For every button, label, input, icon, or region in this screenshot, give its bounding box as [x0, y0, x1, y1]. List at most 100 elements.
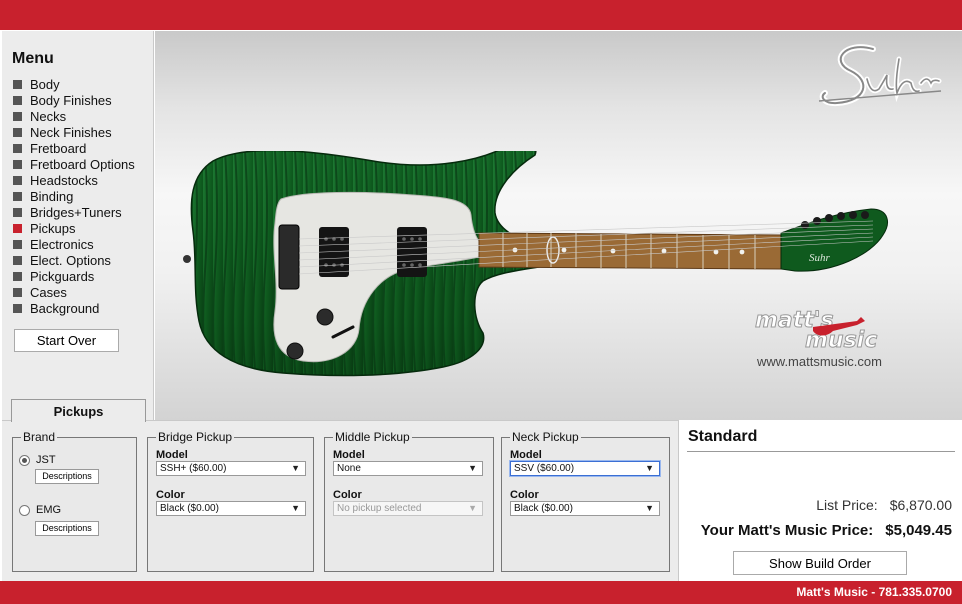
- chevron-down-icon: ▼: [645, 503, 654, 513]
- brand-group: Brand JST Descriptions EMG Descriptions: [12, 430, 137, 572]
- divider: [687, 451, 955, 452]
- sidebar-item-label: Binding: [30, 188, 74, 204]
- sidebar-item-pickups[interactable]: Pickups: [13, 220, 135, 236]
- chevron-down-icon: ▼: [291, 463, 300, 473]
- middle-pickup-group: Middle Pickup Model None ▼ Color No picku…: [324, 430, 494, 572]
- neck-pickup-legend: Neck Pickup: [510, 430, 581, 444]
- guitar-preview: Suhr matt's music www.mattsmusic.com: [155, 31, 962, 420]
- square-bullet-icon: [13, 175, 22, 185]
- sidebar-item-label: Background: [30, 300, 100, 316]
- sidebar-item-label: Cases: [30, 284, 67, 300]
- middle-model-label: Model: [333, 449, 365, 461]
- options-panel: Pickups Brand JST Descriptions EMG Descr…: [2, 399, 678, 581]
- jst-label: JST: [36, 454, 56, 466]
- dealer-price-label: Your Matt's Music Price:: [700, 522, 874, 539]
- show-build-order-button[interactable]: Show Build Order: [733, 551, 907, 575]
- sidebar-item-bridges-tuners[interactable]: Bridges+Tuners: [13, 204, 135, 220]
- list-price: List Price: $6,870.00: [816, 497, 952, 513]
- sidebar-item-label: Elect. Options: [30, 252, 111, 268]
- list-price-label: List Price:: [816, 497, 878, 513]
- middle-color-label: Color: [333, 489, 362, 501]
- square-bullet-icon: [13, 79, 22, 89]
- square-bullet-icon: [13, 111, 22, 121]
- neck-model-label: Model: [510, 449, 542, 461]
- sidebar-item-label: Electronics: [30, 236, 94, 252]
- square-bullet-icon: [13, 223, 22, 233]
- bridge-pickup-group: Bridge Pickup Model SSH+ ($60.00) ▼ Color…: [147, 430, 314, 572]
- square-bullet-icon: [13, 159, 22, 169]
- sidebar-item-label: Bridges+Tuners: [30, 204, 122, 220]
- matts-music-logo: matt's music: [755, 308, 878, 354]
- square-bullet-icon: [13, 207, 22, 217]
- square-bullet-icon: [13, 303, 22, 313]
- square-bullet-icon: [13, 127, 22, 137]
- sidebar-item-label: Body: [30, 76, 60, 92]
- chevron-down-icon: ▼: [468, 503, 477, 513]
- jst-radio[interactable]: [19, 454, 30, 466]
- list-price-value: $6,870.00: [889, 497, 952, 513]
- chevron-down-icon: ▼: [291, 503, 300, 513]
- bridge-pickup-legend: Bridge Pickup: [156, 430, 235, 444]
- bridge-model-label: Model: [156, 449, 188, 461]
- dealer-url: www.mattsmusic.com: [757, 354, 882, 369]
- sidebar-item-label: Headstocks: [30, 172, 98, 188]
- tab-pickups[interactable]: Pickups: [11, 399, 146, 422]
- bridge-color-select[interactable]: Black ($0.00) ▼: [156, 501, 306, 516]
- square-bullet-icon: [13, 95, 22, 105]
- bridge-color-label: Color: [156, 489, 185, 501]
- emg-radio[interactable]: [19, 504, 30, 516]
- neck-model-select[interactable]: SSV ($60.00) ▼: [510, 461, 660, 476]
- sidebar-item-fretboard-options[interactable]: Fretboard Options: [13, 156, 135, 172]
- emg-descriptions-button[interactable]: Descriptions: [35, 521, 99, 536]
- middle-pickup-legend: Middle Pickup: [333, 430, 412, 444]
- sidebar-item-label: Pickups: [30, 220, 76, 236]
- dealer-price: Your Matt's Music Price: $5,049.45: [701, 522, 952, 539]
- sidebar-item-label: Body Finishes: [30, 92, 112, 108]
- footer-bar: Matt's Music - 781.335.0700: [0, 581, 962, 604]
- menu-title: Menu: [12, 50, 54, 67]
- neck-color-label: Color: [510, 489, 539, 501]
- middle-model-select[interactable]: None ▼: [333, 461, 483, 476]
- brand-option-emg[interactable]: EMG: [19, 504, 61, 516]
- jst-descriptions-button[interactable]: Descriptions: [35, 469, 99, 484]
- sidebar-item-electronics[interactable]: Electronics: [13, 236, 135, 252]
- sidebar-item-cases[interactable]: Cases: [13, 284, 135, 300]
- sidebar-menu: Menu Body Body Finishes Necks Neck Finishes…: [2, 31, 154, 420]
- configurator-page: Menu Body Body Finishes Necks Neck Finishes…: [0, 0, 962, 604]
- neck-color-select[interactable]: Black ($0.00) ▼: [510, 501, 660, 516]
- start-over-button[interactable]: Start Over: [14, 329, 119, 352]
- middle-color-select[interactable]: No pickup selected ▼: [333, 501, 483, 516]
- build-name: Standard: [688, 428, 758, 445]
- sidebar-item-headstocks[interactable]: Headstocks: [13, 172, 135, 188]
- square-bullet-icon: [13, 287, 22, 297]
- sidebar-item-binding[interactable]: Binding: [13, 188, 135, 204]
- suhr-logo: [818, 44, 942, 107]
- neck-pickup-group: Neck Pickup Model SSV ($60.00) ▼ Color Bl…: [501, 430, 670, 572]
- sidebar-item-body[interactable]: Body: [13, 76, 135, 92]
- sidebar-item-elect-options[interactable]: Elect. Options: [13, 252, 135, 268]
- chevron-down-icon: ▼: [468, 463, 477, 473]
- sidebar-item-label: Fretboard Options: [30, 156, 135, 172]
- sidebar-item-necks[interactable]: Necks: [13, 108, 135, 124]
- headstock-logo-text: Suhr: [809, 252, 831, 264]
- sidebar-item-label: Neck Finishes: [30, 124, 112, 140]
- sidebar-item-background[interactable]: Background: [13, 300, 135, 316]
- sidebar-item-label: Fretboard: [30, 140, 87, 156]
- dealer-price-value: $5,049.45: [885, 522, 952, 539]
- square-bullet-icon: [13, 239, 22, 249]
- menu-list: Body Body Finishes Necks Neck Finishes Fretb…: [13, 76, 135, 316]
- sidebar-item-pickguards[interactable]: Pickguards: [13, 268, 135, 284]
- sidebar-item-neck-finishes[interactable]: Neck Finishes: [13, 124, 135, 140]
- square-bullet-icon: [13, 255, 22, 265]
- emg-label: EMG: [36, 504, 62, 516]
- square-bullet-icon: [13, 143, 22, 153]
- brand-legend: Brand: [21, 430, 58, 444]
- top-bar: [0, 0, 962, 30]
- bridge-model-select[interactable]: SSH+ ($60.00) ▼: [156, 461, 306, 476]
- sidebar-item-label: Pickguards: [30, 268, 95, 284]
- sidebar-item-fretboard[interactable]: Fretboard: [13, 140, 135, 156]
- brand-option-jst[interactable]: JST: [19, 454, 56, 466]
- sidebar-item-label: Necks: [30, 108, 67, 124]
- square-bullet-icon: [13, 271, 22, 281]
- sidebar-item-body-finishes[interactable]: Body Finishes: [13, 92, 135, 108]
